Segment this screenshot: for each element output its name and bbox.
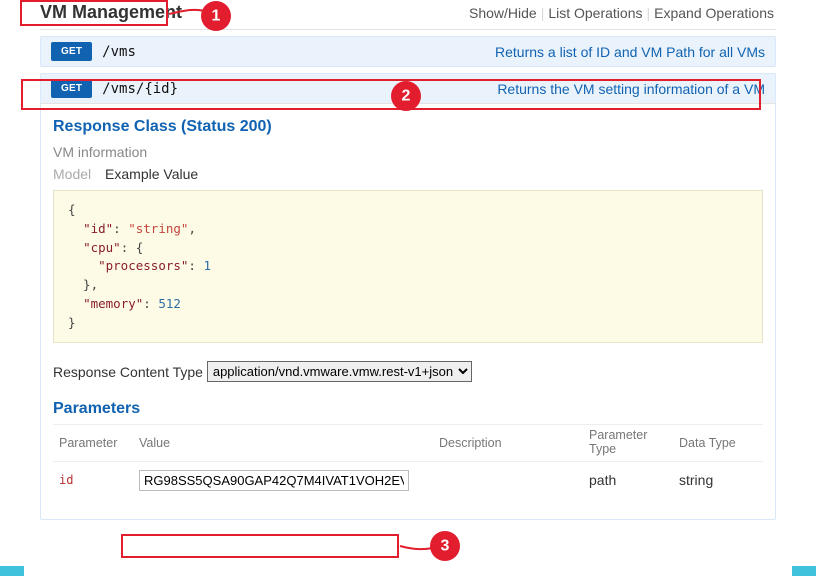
expand-operations-link[interactable]: Expand Operations	[652, 5, 776, 21]
parameters-header-row: Parameter Value Description Parameter Ty…	[53, 425, 763, 462]
separator-icon: |	[645, 5, 653, 21]
annotation-box-3	[121, 534, 399, 558]
operation-get-vms-id: GET /vms/{id} Returns the VM setting inf…	[40, 73, 776, 520]
show-hide-link[interactable]: Show/Hide	[467, 5, 539, 21]
param-datatype: string	[673, 461, 763, 499]
content-type-select[interactable]: application/vnd.vmware.vmw.rest-v1+json	[207, 361, 472, 382]
response-content-type-label: Response Content Type	[53, 364, 203, 380]
svg-text:3: 3	[441, 538, 450, 555]
example-json: { "id": "string", "cpu": { "processors":…	[53, 190, 763, 343]
tab-model[interactable]: Model	[53, 166, 91, 182]
tab-example-value[interactable]: Example Value	[105, 166, 198, 182]
param-type: path	[583, 461, 673, 499]
param-description	[433, 461, 583, 499]
parameters-title: Parameters	[53, 400, 763, 418]
col-description: Description	[433, 425, 583, 462]
operation-content: Response Class (Status 200) VM informati…	[41, 103, 775, 519]
operation-header[interactable]: GET /vms Returns a list of ID and VM Pat…	[41, 37, 775, 66]
param-value-input[interactable]	[139, 470, 409, 491]
parameters-table: Parameter Value Description Parameter Ty…	[53, 424, 763, 499]
param-value-cell	[133, 461, 433, 499]
operation-get-vms: GET /vms Returns a list of ID and VM Pat…	[40, 36, 776, 67]
response-tabs: Model Example Value	[53, 166, 763, 182]
api-section-vm-management: VM Management Show/Hide | List Operation…	[24, 0, 792, 566]
operation-path: /vms	[102, 44, 136, 60]
http-method-badge: GET	[51, 42, 92, 61]
section-title: VM Management	[40, 2, 182, 23]
http-method-badge: GET	[51, 79, 92, 98]
left-accent-bar	[0, 0, 24, 576]
operation-path: /vms/{id}	[102, 81, 178, 97]
operation-description: Returns the VM setting information of a …	[497, 81, 765, 97]
param-name: id	[53, 461, 133, 499]
list-operations-link[interactable]: List Operations	[546, 5, 644, 21]
response-class-subtitle: VM information	[53, 144, 763, 160]
section-links: Show/Hide | List Operations | Expand Ope…	[467, 5, 776, 21]
col-data-type: Data Type	[673, 425, 763, 462]
operations-list: GET /vms Returns a list of ID and VM Pat…	[40, 36, 776, 520]
col-parameter: Parameter	[53, 425, 133, 462]
right-accent-bar	[792, 0, 816, 576]
separator-icon: |	[539, 5, 547, 21]
response-content-type-row: Response Content Type application/vnd.vm…	[53, 361, 763, 382]
table-row: id pathstring	[53, 461, 763, 499]
response-class-title: Response Class (Status 200)	[53, 118, 763, 136]
operation-description: Returns a list of ID and VM Path for all…	[495, 44, 765, 60]
section-header: VM Management Show/Hide | List Operation…	[40, 0, 776, 30]
col-parameter-type: Parameter Type	[583, 425, 673, 462]
operation-header[interactable]: GET /vms/{id} Returns the VM setting inf…	[41, 74, 775, 103]
col-value: Value	[133, 425, 433, 462]
callout-3: 3	[397, 528, 461, 564]
